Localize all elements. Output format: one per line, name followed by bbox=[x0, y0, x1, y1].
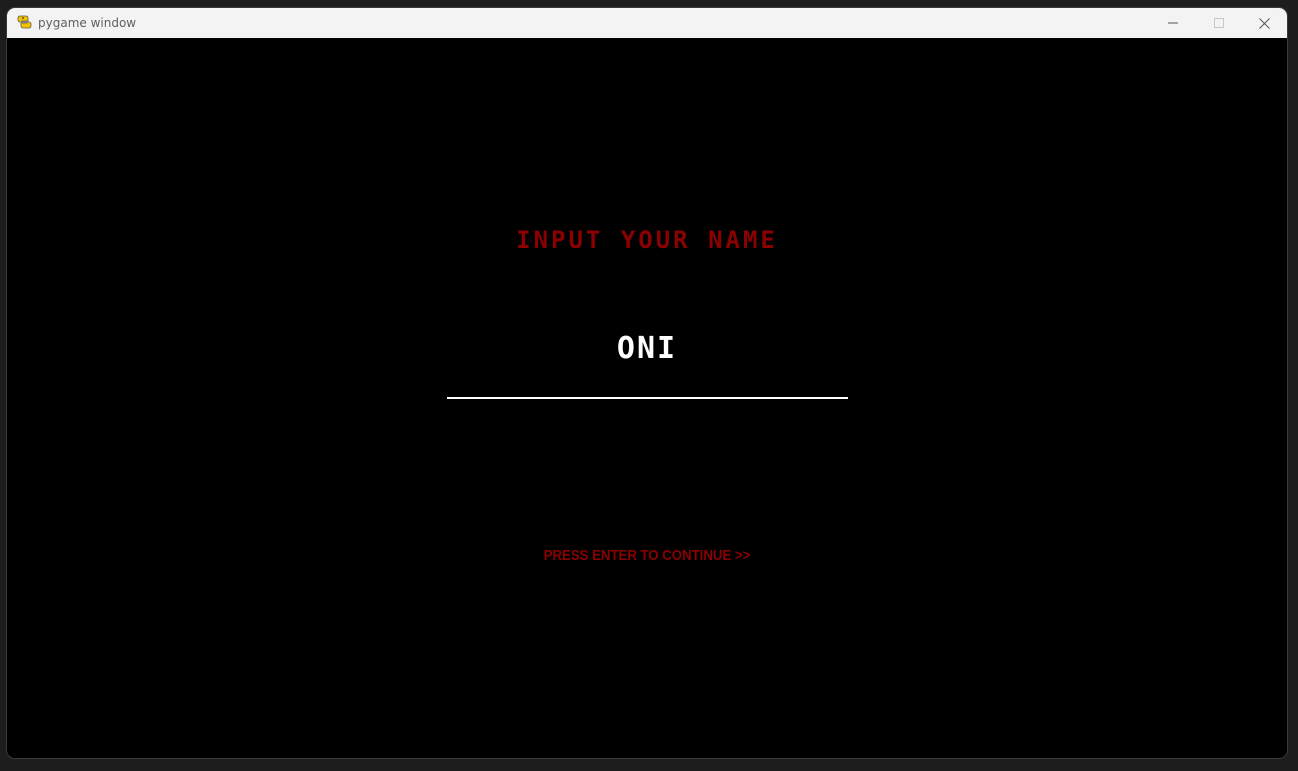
pygame-snake-icon bbox=[16, 14, 32, 30]
name-input-text[interactable]: ONI bbox=[7, 332, 1287, 366]
title-bar[interactable]: pygame window bbox=[7, 8, 1287, 38]
game-window: pygame window INPUT YOUR NAME ONI PRESS … bbox=[7, 8, 1287, 758]
close-icon bbox=[1258, 17, 1270, 29]
name-prompt-heading: INPUT YOUR NAME bbox=[516, 226, 778, 254]
minimize-button[interactable] bbox=[1150, 8, 1196, 38]
maximize-button[interactable] bbox=[1196, 8, 1242, 38]
name-input-underline bbox=[447, 397, 848, 399]
close-button[interactable] bbox=[1241, 8, 1287, 38]
window-title: pygame window bbox=[38, 16, 137, 30]
minimize-icon bbox=[1168, 18, 1178, 28]
maximize-icon bbox=[1214, 18, 1224, 28]
game-canvas[interactable]: INPUT YOUR NAME ONI PRESS ENTER TO CONTI… bbox=[7, 38, 1287, 758]
continue-hint: PRESS ENTER TO CONTINUE >> bbox=[543, 547, 751, 564]
